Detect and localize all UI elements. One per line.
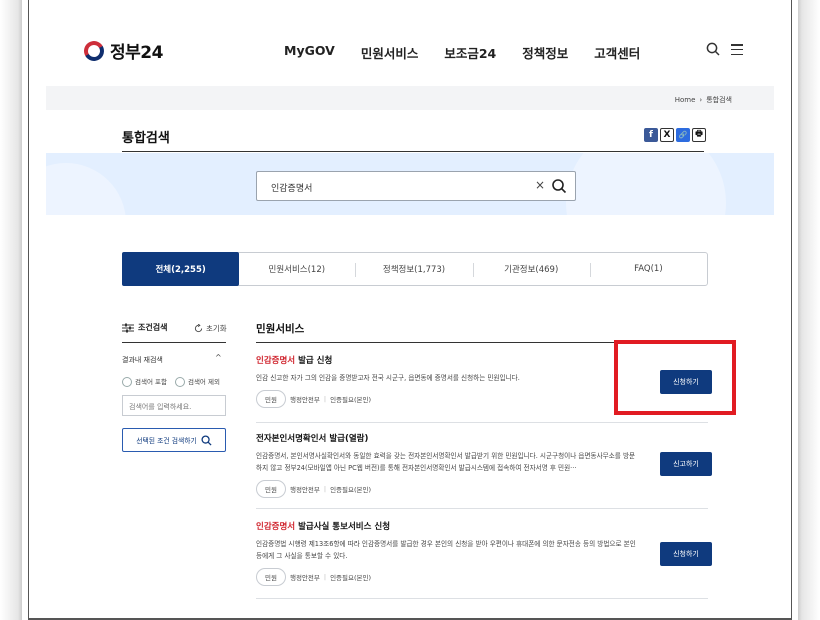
page-title: 통합검색 [122,131,170,146]
decorative-circle [566,153,726,215]
title-divider [122,151,704,152]
facebook-icon[interactable]: f [644,128,658,142]
tab-policy-info[interactable]: 정책정보(1,773) [355,253,472,285]
result-auth: 인증필요(본인) [330,486,372,494]
radio-include-circle[interactable] [122,377,132,387]
result-org: 행정안전부 [289,574,320,582]
result-tags: 민원 행정안전부 | 인증필요(본인) [256,568,708,586]
result-org: 행정안전부 [289,396,320,404]
print-icon[interactable]: 🖶 [692,128,706,142]
breadcrumb: Home › 통합검색 [675,95,732,105]
reset-button[interactable]: 초기화 [194,323,227,334]
filter-sliders-icon [122,323,134,332]
reset-label: 초기화 [206,324,227,333]
radio-exclude[interactable]: 검색어 제외 [174,376,220,387]
browser-page: 정부24 MyGOV 민원서비스 보조금24 정책정보 고객센터 Home › … [22,0,798,620]
section-title: 민원서비스 [256,323,305,335]
result-title[interactable]: 인감증명서 발급사실 통보서비스 신청 [256,520,708,532]
tag-separator: | [323,485,327,493]
search-input[interactable]: 인감증명서 × [256,171,576,201]
hamburger-menu-icon[interactable] [731,44,743,56]
result-type-badge: 민원 [256,480,286,498]
result-auth: 인증필요(본인) [330,396,372,404]
result-type-badge: 민원 [256,390,286,408]
tab-org-info[interactable]: 기관정보(469) [472,253,590,285]
chevron-up-icon[interactable]: ^ [215,353,222,362]
clear-icon[interactable]: × [535,178,545,192]
result-item: 인감증명서 발급사실 통보서비스 신청 인감증명법 시행령 제13조6항에 따라… [256,520,712,586]
result-title-highlight: 인감증명서 [256,356,296,366]
annotation-highlight-box [614,340,736,415]
report-button[interactable]: 신고하기 [660,452,712,476]
filter-title-text: 조건검색 [138,323,168,332]
refresh-icon [194,324,203,333]
keyword-radio-group: 검색어 포함 검색어 제외 [122,376,220,387]
breadcrumb-current: 통합검색 [706,96,732,104]
breadcrumb-band [46,86,774,110]
main-nav: MyGOV 민원서비스 보조금24 정책정보 고객센터 [284,43,666,62]
radio-exclude-circle[interactable] [174,377,185,387]
result-description: 인감증명법 시행령 제13조6항에 따라 인감증명서를 발급한 경우 본인의 신… [256,540,636,560]
nav-civil-service[interactable]: 민원서비스 [361,43,419,62]
result-divider [256,598,708,599]
filter-title: 조건검색 [122,322,167,333]
radio-include[interactable]: 검색어 포함 [122,376,167,387]
taegeuk-logo-icon [80,36,108,65]
result-org: 행정안전부 [289,486,320,494]
breadcrumb-separator: › [699,96,703,104]
result-description: 인감 신고한 자가 그의 인감을 증명받고자 전국 시군구, 읍면동에 증명서를… [256,374,520,382]
site-header: 정부24 MyGOV 민원서비스 보조금24 정책정보 고객센터 [22,0,798,86]
search-submit-icon[interactable] [551,178,567,194]
result-divider [256,508,708,509]
breadcrumb-home[interactable]: Home [675,96,696,104]
radio-exclude-label: 검색어 제외 [187,378,220,386]
result-title-rest: 발급 신청 [295,356,333,366]
refine-search-input[interactable]: 검색어를 입력하세요. [122,395,226,416]
result-title-highlight: 인감증명서 [256,522,296,532]
apply-filter-label: 선택된 조건 검색하기 [136,437,197,445]
logo-text: 정부24 [110,43,163,63]
tag-separator: | [323,395,327,403]
result-item: 전자본인서명확인서 발급(열람) 인감증명서, 본인서명사실확인서와 동일한 효… [256,432,712,498]
nav-customer-center[interactable]: 고객센터 [594,43,640,62]
result-description: 인감증명서, 본인서명사실확인서와 동일한 효력을 갖는 전자본인서명확인서 발… [256,452,636,472]
nav-mygov[interactable]: MyGOV [284,43,335,62]
nav-subsidy24[interactable]: 보조금24 [444,43,496,62]
result-title-rest: 전자본인서명확인서 발급(열람) [256,434,369,444]
apply-button[interactable]: 신청하기 [660,542,712,566]
research-within-label: 결과내 재검색 [122,356,163,364]
sidebar-divider [122,342,226,343]
x-icon[interactable]: X [660,128,674,142]
tab-faq[interactable]: FAQ(1) [589,253,707,285]
search-icon [201,434,212,446]
result-title[interactable]: 전자본인서명확인서 발급(열람) [256,432,708,444]
result-title-rest: 발급사실 통보서비스 신청 [295,522,391,532]
result-divider [256,422,708,423]
share-buttons: f X 🔗 🖶 [644,128,706,142]
tab-civil-service[interactable]: 민원서비스(12) [238,253,355,285]
search-icon[interactable] [706,42,720,56]
search-input-value: 인감증명서 [271,184,313,194]
tab-all[interactable]: 전체(2,255) [122,252,240,286]
decorative-circle [46,163,126,215]
site-logo[interactable]: 정부24 [80,36,163,65]
result-type-badge: 민원 [256,568,286,586]
result-auth: 인증필요(본인) [330,574,372,582]
nav-policy-info[interactable]: 정책정보 [522,43,568,62]
radio-include-label: 검색어 포함 [135,378,167,386]
tag-separator: | [323,573,327,581]
result-tabs: 전체(2,255) 민원서비스(12) 정책정보(1,773) 기관정보(469… [122,252,708,286]
apply-filter-button[interactable]: 선택된 조건 검색하기 [122,428,226,452]
result-tags: 민원 행정안전부 | 인증필요(본인) [256,480,708,498]
link-icon[interactable]: 🔗 [676,128,690,142]
